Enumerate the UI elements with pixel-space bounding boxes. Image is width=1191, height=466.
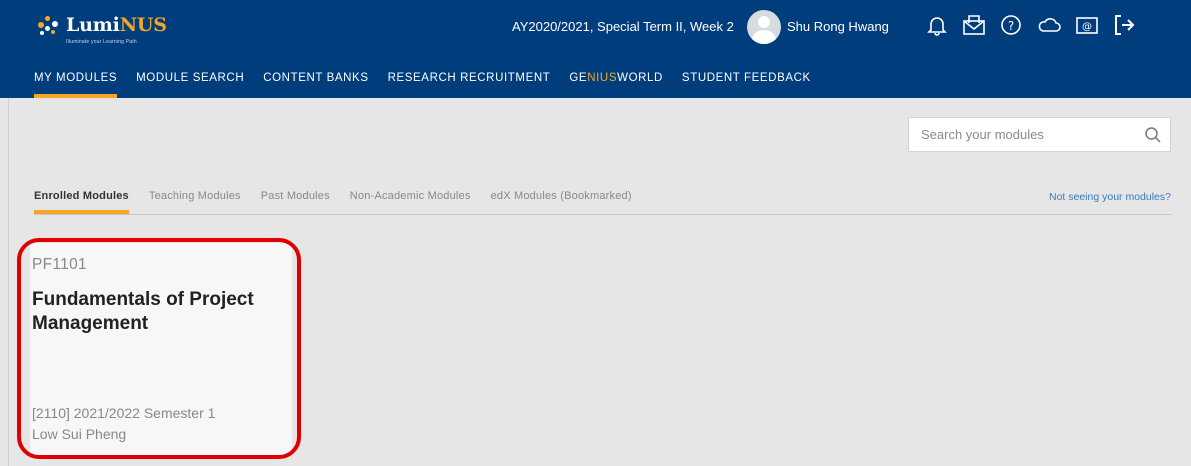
nav-my-modules[interactable]: MY MODULES xyxy=(34,72,118,98)
mail-icon[interactable] xyxy=(961,12,987,38)
svg-text:?: ? xyxy=(1008,19,1014,33)
tab-enrolled-modules[interactable]: Enrolled Modules xyxy=(34,190,129,214)
module-search-box[interactable] xyxy=(908,117,1171,152)
nav-student-feedback[interactable]: STUDENT FEEDBACK xyxy=(682,72,811,98)
search-icon[interactable] xyxy=(1144,126,1162,144)
module-title: Fundamentals of Project Management xyxy=(32,289,254,334)
nav-geniusworld[interactable]: GENIUSWORLD xyxy=(569,72,663,98)
top-header: LumiNUS Illuminate your Learning Path AY… xyxy=(0,0,1191,98)
tabs-divider xyxy=(34,214,1172,215)
user-avatar[interactable] xyxy=(747,10,781,44)
search-input[interactable] xyxy=(909,118,1129,151)
logout-icon[interactable] xyxy=(1111,12,1137,38)
user-name[interactable]: Shu Rong Hwang xyxy=(787,19,889,34)
email-at-icon[interactable]: @ xyxy=(1074,12,1100,38)
module-code: PF1101 xyxy=(32,256,87,273)
not-seeing-modules-link[interactable]: Not seeing your modules? xyxy=(1049,191,1171,203)
logo-tagline: Illuminate your Learning Path xyxy=(66,39,137,45)
content-left-border xyxy=(8,98,9,466)
bell-icon[interactable] xyxy=(924,12,950,38)
svg-text:@: @ xyxy=(1082,22,1092,33)
module-term: [2110] 2021/2022 Semester 1 xyxy=(32,405,216,421)
main-nav: MY MODULES MODULE SEARCH CONTENT BANKS R… xyxy=(34,72,830,98)
cloud-icon[interactable] xyxy=(1036,12,1062,38)
tab-past-modules[interactable]: Past Modules xyxy=(261,190,330,214)
logo-text: LumiNUS xyxy=(66,14,167,36)
nav-content-banks[interactable]: CONTENT BANKS xyxy=(263,72,368,98)
tab-non-academic-modules[interactable]: Non-Academic Modules xyxy=(350,190,471,214)
tab-teaching-modules[interactable]: Teaching Modules xyxy=(149,190,241,214)
nav-module-search[interactable]: MODULE SEARCH xyxy=(136,72,244,98)
module-tabs: Enrolled Modules Teaching Modules Past M… xyxy=(34,190,652,214)
nav-research-recruitment[interactable]: RESEARCH RECRUITMENT xyxy=(388,72,551,98)
module-card[interactable]: PF1101 Fundamentals of Project Managemen… xyxy=(30,243,292,456)
logo-mark-icon xyxy=(36,12,62,38)
tab-edx-modules[interactable]: edX Modules (Bookmarked) xyxy=(491,190,632,214)
luminus-logo[interactable]: LumiNUS Illuminate your Learning Path xyxy=(36,12,167,45)
help-icon[interactable]: ? xyxy=(998,12,1024,38)
current-term: AY2020/2021, Special Term II, Week 2 xyxy=(512,19,734,34)
module-lecturer: Low Sui Pheng xyxy=(32,426,127,442)
